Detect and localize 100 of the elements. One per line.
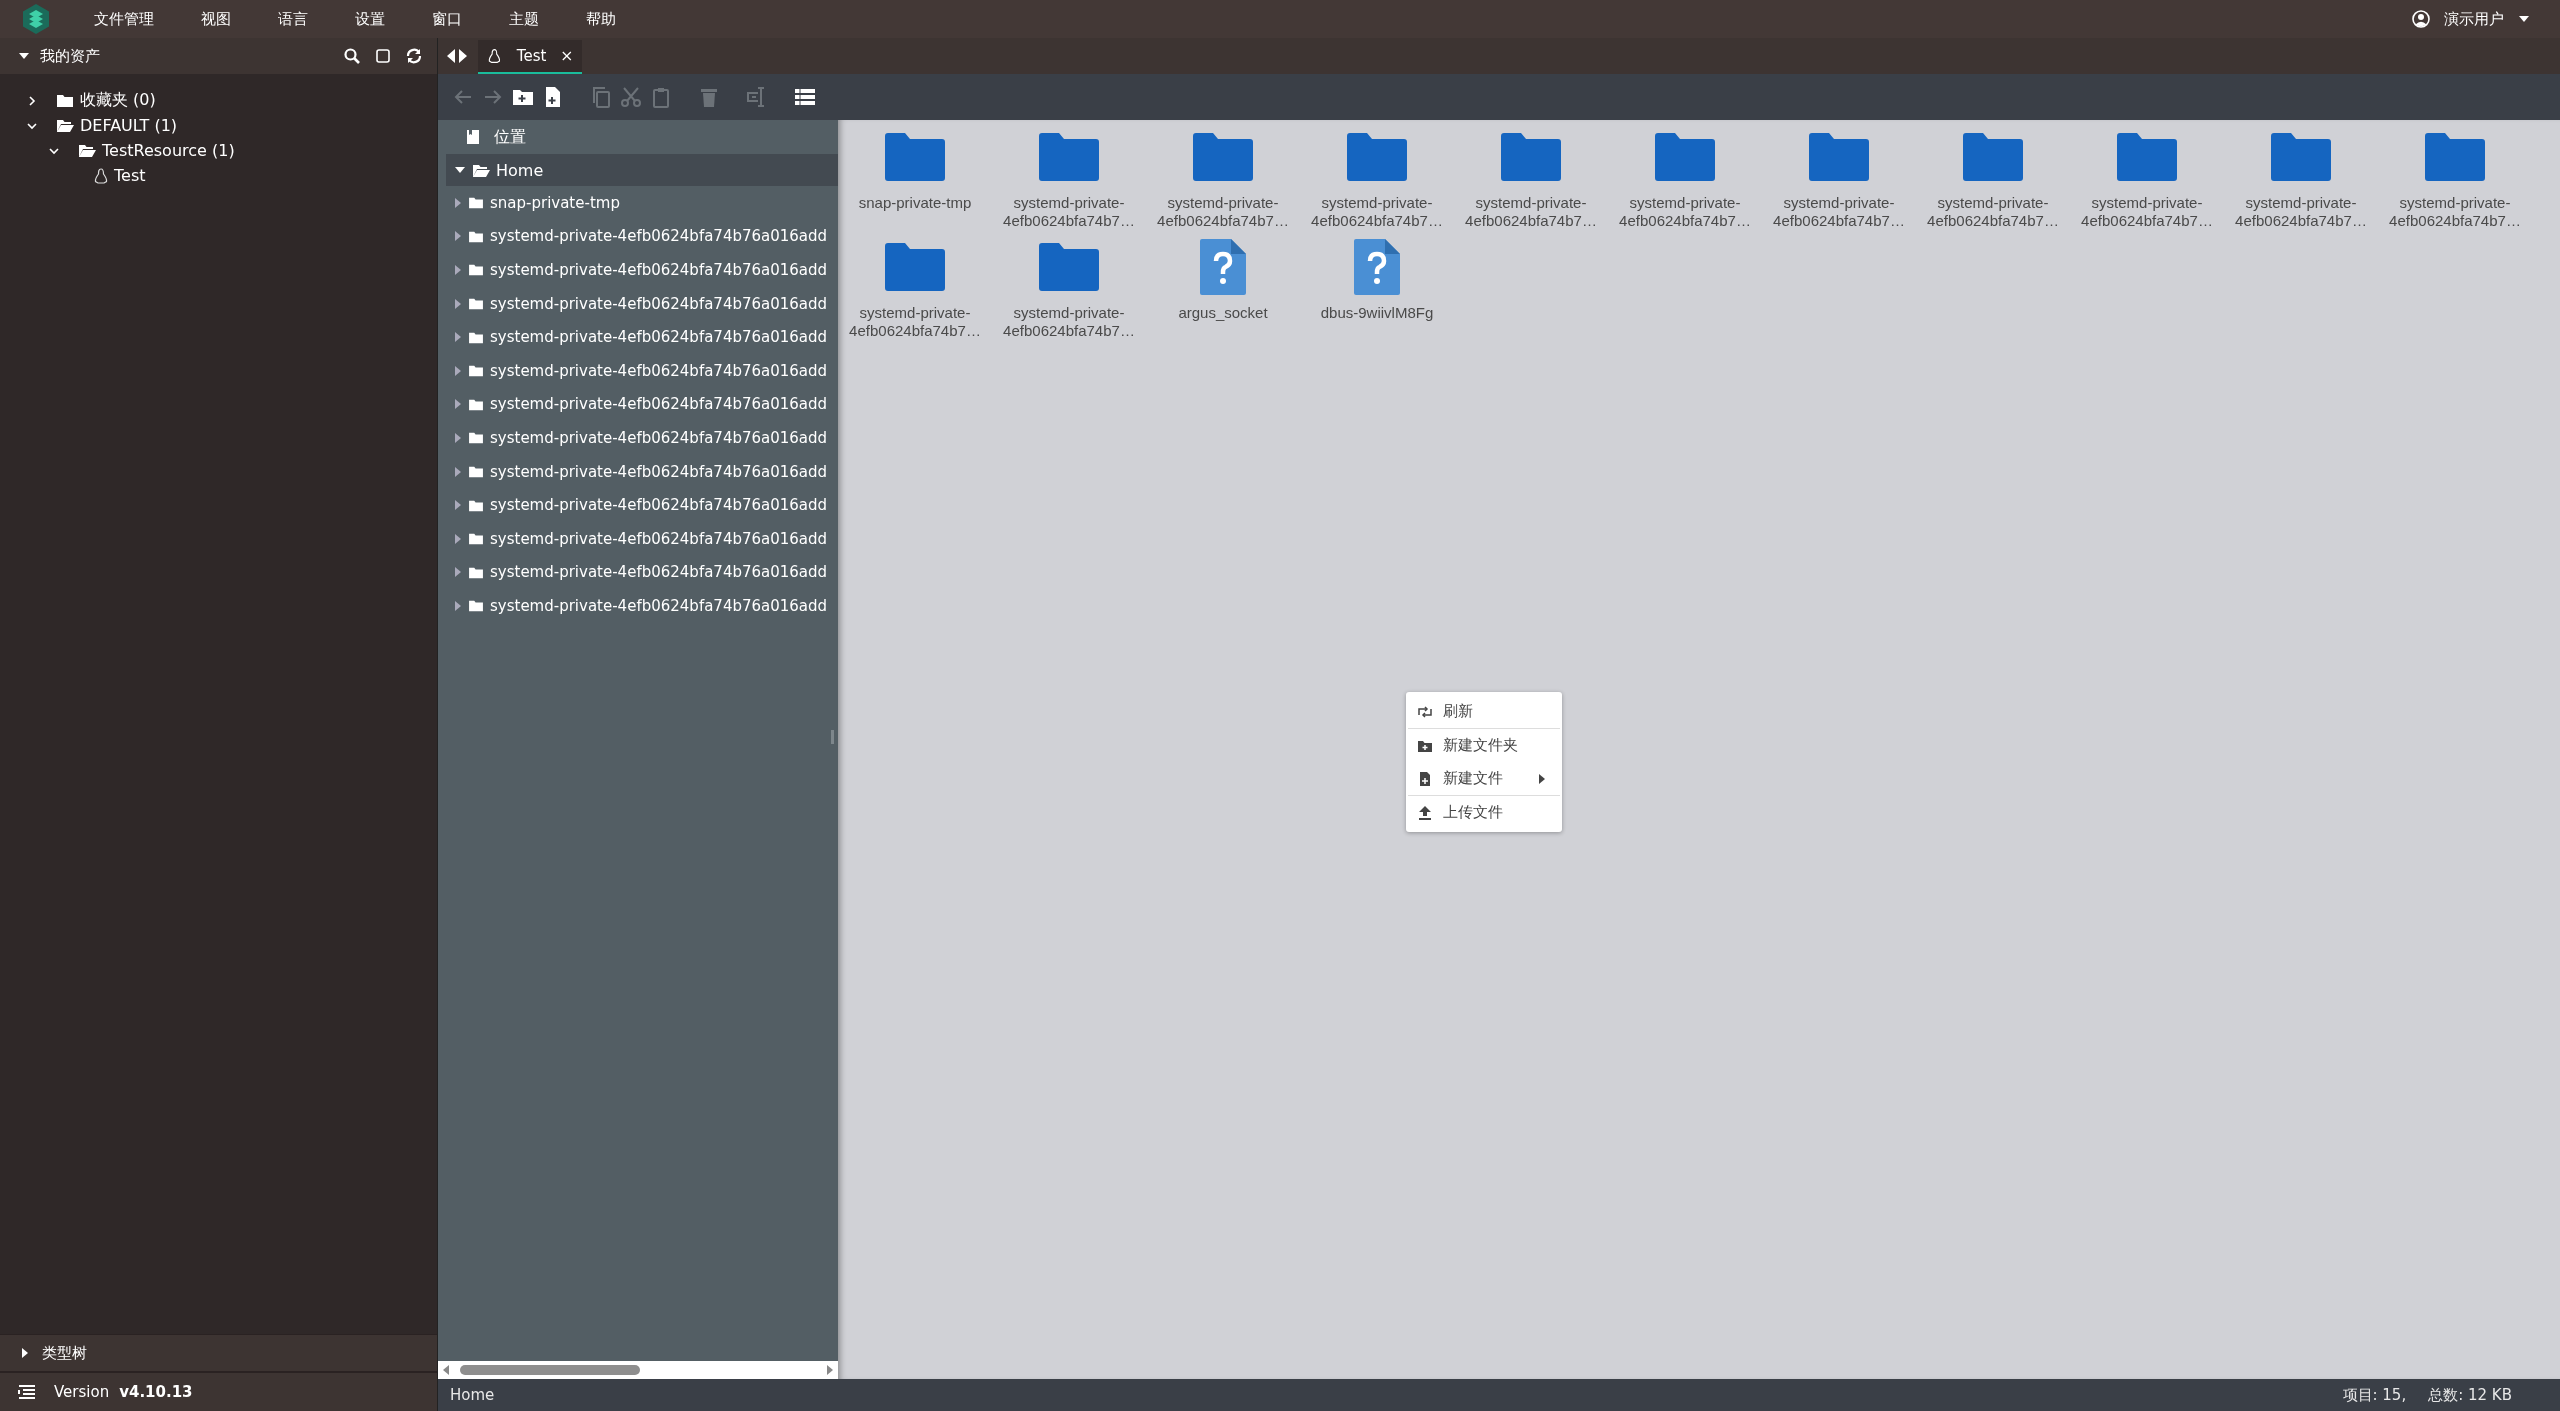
folder-icon (472, 162, 490, 178)
item-count: 项目: 15, (2342, 1385, 2407, 1405)
file-item[interactable]: argus_socket (1146, 238, 1300, 340)
file-item[interactable]: snap-private-tmp (838, 128, 992, 230)
caret-icon[interactable] (454, 297, 462, 310)
menu-item[interactable]: 新建文件 (1406, 762, 1562, 795)
total-size: 总数: 12 KB (2428, 1385, 2512, 1405)
folder-icon (468, 297, 484, 311)
tree-item[interactable]: systemd-private-4efb0624bfa74b76a016add (490, 361, 828, 380)
file-item[interactable]: systemd-private-4efb0624bfa74b7… (1608, 128, 1762, 230)
caret-icon[interactable] (454, 599, 462, 612)
caret-icon (2518, 15, 2530, 23)
tree-item[interactable]: systemd-private-4efb0624bfa74b76a016add (490, 596, 828, 615)
tree-item[interactable]: Test (114, 166, 146, 185)
tree-item[interactable]: Home (446, 154, 838, 186)
folder-icon (468, 465, 484, 479)
tree-item[interactable]: DEFAULT (1) (80, 116, 178, 135)
file-item[interactable]: systemd-private-4efb0624bfa74b7… (2224, 128, 2378, 230)
square-icon[interactable] (375, 48, 391, 64)
menu-item[interactable]: 帮助 (586, 9, 616, 29)
file-item[interactable]: dbus-9wiivlM8Fg (1300, 238, 1454, 340)
folder-icon (468, 330, 484, 344)
type-tree-header[interactable]: 类型树 (0, 1334, 437, 1371)
caret-icon (18, 51, 30, 61)
caret-icon[interactable] (454, 499, 462, 512)
menu-item[interactable]: 窗口 (432, 9, 462, 29)
file-item[interactable]: systemd-private-4efb0624bfa74b7… (2378, 128, 2532, 230)
tree-item[interactable]: systemd-private-4efb0624bfa74b76a016add (490, 395, 828, 414)
tree-item[interactable]: systemd-private-4efb0624bfa74b76a016add (490, 563, 828, 582)
menu-item[interactable]: 文件管理 (94, 9, 154, 29)
caret-icon[interactable] (454, 431, 462, 444)
caret-icon[interactable] (454, 566, 462, 579)
caret-icon[interactable] (454, 264, 462, 276)
caret-icon[interactable] (454, 398, 462, 411)
folder-icon (468, 397, 484, 411)
folder-icon (468, 599, 484, 613)
unknown-file-icon (1353, 238, 1401, 296)
unknown-file-icon (1199, 238, 1247, 296)
menu-item[interactable]: 新建文件夹 (1406, 729, 1562, 762)
tree-item[interactable]: 收藏夹 (0) (80, 90, 156, 111)
caret-icon[interactable] (454, 364, 462, 377)
status-path: Home (450, 1386, 495, 1404)
folder-icon (468, 498, 484, 512)
tree-item[interactable]: TestResource (1) (102, 141, 235, 160)
file-item[interactable]: systemd-private-4efb0624bfa74b7… (2070, 128, 2224, 230)
file-item[interactable]: systemd-private-4efb0624bfa74b7… (1454, 128, 1608, 230)
menu-item[interactable]: 刷新 (1406, 695, 1562, 728)
menu-item[interactable]: 语言 (278, 9, 308, 29)
caret-icon[interactable] (454, 532, 462, 545)
new-file-icon (1417, 770, 1433, 787)
folder-icon (468, 431, 484, 445)
tree-item[interactable]: systemd-private-4efb0624bfa74b76a016add (490, 428, 828, 447)
tree-item[interactable]: systemd-private-4efb0624bfa74b76a016add (490, 462, 828, 481)
tree-item[interactable]: systemd-private-4efb0624bfa74b76a016add (490, 496, 828, 515)
folder-icon (56, 118, 74, 133)
menu-item[interactable]: 设置 (355, 9, 385, 29)
folder-icon (468, 565, 484, 579)
caret-icon[interactable] (454, 196, 462, 209)
file-item[interactable]: systemd-private-4efb0624bfa74b7… (1300, 128, 1454, 230)
tree-item[interactable]: systemd-private-4efb0624bfa74b76a016add (490, 261, 828, 279)
file-item[interactable]: systemd-private-4efb0624bfa74b7… (992, 238, 1146, 340)
user-icon (2412, 10, 2430, 28)
tab[interactable]: Test (478, 40, 582, 74)
caret-icon[interactable] (454, 465, 462, 478)
user-menu[interactable]: 演示用户 (2402, 9, 2540, 29)
search-icon[interactable] (343, 47, 361, 65)
refresh-icon[interactable] (405, 47, 423, 65)
file-item[interactable]: systemd-private-4efb0624bfa74b7… (1916, 128, 2070, 230)
file-item[interactable]: systemd-private-4efb0624bfa74b7… (1762, 128, 1916, 230)
tree-item[interactable]: systemd-private-4efb0624bfa74b76a016add (490, 529, 828, 548)
list-view-icon[interactable] (794, 86, 816, 108)
file-item[interactable]: systemd-private-4efb0624bfa74b7… (838, 238, 992, 340)
version-number: v4.10.13 (119, 1383, 193, 1401)
caret-icon[interactable] (454, 331, 462, 344)
tree-item[interactable]: systemd-private-4efb0624bfa74b76a016add (490, 294, 828, 313)
refresh-icon (1417, 703, 1433, 720)
menu-item[interactable]: 主题 (509, 9, 539, 29)
logo-icon (20, 3, 52, 35)
splitter-handle[interactable] (831, 730, 834, 744)
file-item[interactable]: systemd-private-4efb0624bfa74b7… (1146, 128, 1300, 230)
sidebar-title: 我的资产 (40, 46, 100, 66)
chevron-icon[interactable] (26, 94, 38, 107)
scroll-left-icon[interactable] (442, 1364, 450, 1376)
menu-item[interactable]: 上传文件 (1406, 796, 1562, 829)
file-item[interactable]: systemd-private-4efb0624bfa74b7… (992, 128, 1146, 230)
tree-item[interactable]: snap-private-tmp (490, 193, 620, 212)
horizontal-scrollbar[interactable] (438, 1361, 838, 1379)
close-icon[interactable] (562, 50, 572, 62)
scroll-right-icon[interactable] (826, 1364, 834, 1376)
caret-icon[interactable] (454, 230, 462, 243)
folder-icon (468, 196, 484, 210)
location-header: 位置 (438, 120, 838, 154)
version-label: Version (54, 1383, 110, 1401)
menu-item[interactable]: 视图 (201, 9, 231, 29)
arrows-icon[interactable] (446, 48, 468, 64)
tree-item[interactable]: systemd-private-4efb0624bfa74b76a016add (490, 227, 828, 246)
caret-icon (454, 165, 466, 175)
tree-item[interactable]: systemd-private-4efb0624bfa74b76a016add (490, 328, 828, 347)
list-icon (18, 1385, 36, 1399)
folder-icon (56, 93, 74, 108)
